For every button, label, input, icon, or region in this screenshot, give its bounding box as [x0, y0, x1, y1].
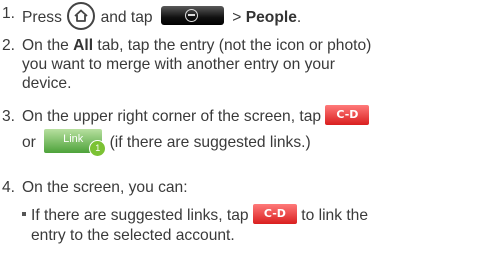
suggestion-count-badge: 1	[89, 140, 107, 157]
step-text: On the upper right corner of the screen,…	[22, 108, 322, 126]
all-apps-icon	[160, 5, 224, 25]
step-number: 2.	[2, 37, 16, 54]
people-label: People	[245, 9, 297, 27]
step-4: 4. On the screen, you can:	[2, 178, 482, 197]
all-tab-label: All	[73, 37, 94, 54]
step-text: or	[22, 134, 36, 152]
step-text: On the	[22, 37, 74, 54]
step-text: Press	[22, 9, 62, 27]
step-text: tab, tap the entry (not the icon or phot…	[93, 37, 372, 54]
instructions-page: 1. Press and tap > People. 2. On the All…	[0, 0, 485, 268]
step-2: 2. On the All tab, tap the entry (not th…	[2, 36, 482, 93]
step-number: 1.	[2, 5, 16, 22]
link-suggested-icon: Link 1	[44, 129, 107, 157]
bullet-text: entry to the selected account.	[31, 227, 235, 244]
bullet-item: If there are suggested links, tap C-D to…	[22, 204, 482, 245]
link-label: Link	[63, 133, 84, 145]
step-text: >	[232, 9, 246, 27]
step-3: 3. On the upper right corner of the scre…	[2, 105, 482, 157]
step-number: 4.	[2, 179, 16, 196]
step-text: device.	[22, 75, 72, 92]
bullet-text: If there are suggested links, tap	[31, 207, 249, 225]
step-text: (if there are suggested links.)	[109, 134, 311, 152]
link-icon: C-D	[252, 204, 297, 224]
step-text: you want to merge with another entry on …	[22, 56, 335, 73]
step-text: .	[296, 9, 302, 27]
bullet-text: to link the	[301, 207, 369, 225]
bullet-icon	[22, 212, 26, 216]
step-number: 3.	[2, 108, 16, 125]
link-icon: C-D	[325, 105, 370, 125]
step-text: On the screen, you can:	[22, 179, 188, 196]
step-1: 1. Press and tap > People.	[2, 2, 482, 32]
home-icon	[67, 2, 96, 30]
step-text: and tap	[100, 9, 153, 27]
